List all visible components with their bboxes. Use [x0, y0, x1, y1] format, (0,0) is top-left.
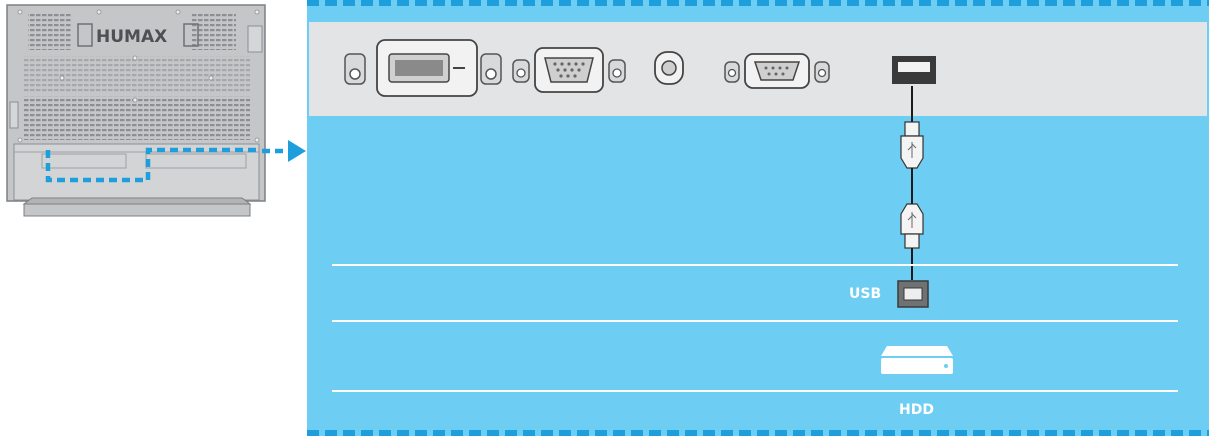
usb-port-icon — [897, 280, 929, 308]
tv-rear-illustration: HUMAX — [6, 4, 266, 217]
hdd-label: HDD — [899, 402, 934, 418]
panel-dashed-border-top — [307, 0, 1209, 6]
brand-logo: HUMAX — [96, 27, 167, 47]
usb-label: USB — [849, 286, 882, 302]
tv-stand — [23, 203, 251, 217]
audio-jack-icon — [654, 51, 684, 85]
separator-line-1 — [332, 264, 1178, 266]
vga-port-icon — [512, 47, 626, 93]
separator-line-3 — [332, 390, 1178, 392]
tv-usb-port-icon — [892, 56, 936, 84]
hard-drive-icon — [881, 346, 953, 374]
tv-port-strip — [309, 22, 1207, 116]
dvi-port-icon — [344, 39, 502, 97]
separator-line-2 — [332, 320, 1178, 322]
serial-port-icon — [724, 53, 830, 89]
tv-rear-view: HUMAX — [6, 4, 268, 220]
panel-dashed-border-bottom — [307, 430, 1209, 436]
zoom-arrow-icon — [262, 138, 312, 164]
connection-panel: USB HDD — [307, 0, 1209, 436]
